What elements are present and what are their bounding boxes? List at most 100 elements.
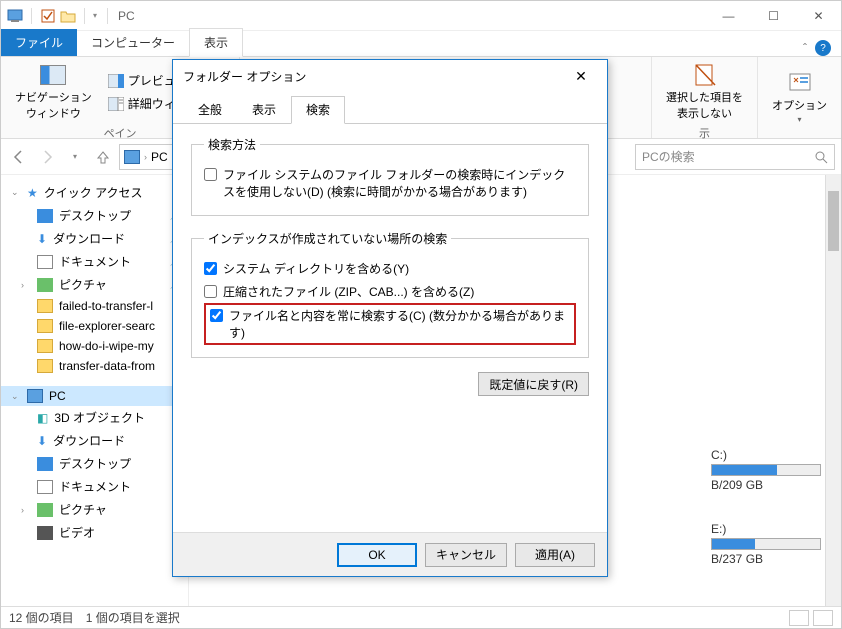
folder-icon bbox=[37, 299, 53, 313]
document-icon bbox=[37, 255, 53, 269]
history-dropdown-icon[interactable]: ▾ bbox=[63, 145, 87, 169]
sidebar-item-videos[interactable]: ビデオ bbox=[1, 521, 188, 544]
tab-computer[interactable]: コンピューター bbox=[77, 29, 189, 56]
non-indexed-group: インデックスが作成されていない場所の検索 システム ディレクトリを含める(Y) … bbox=[191, 230, 589, 358]
collapse-ribbon-icon[interactable]: ˆ bbox=[803, 41, 807, 55]
sidebar-item-documents[interactable]: ドキュメント📌 bbox=[1, 250, 188, 273]
reset-defaults-button[interactable]: 既定値に戻す(R) bbox=[478, 372, 589, 396]
breadcrumb-pc[interactable]: PC bbox=[151, 150, 168, 164]
checkbox-input[interactable] bbox=[210, 309, 223, 322]
dropdown-icon: ▾ bbox=[797, 115, 801, 124]
options-button[interactable]: オプション ▾ bbox=[766, 69, 833, 126]
sidebar-item-desktop[interactable]: デスクトップ📌 bbox=[1, 204, 188, 227]
checkbox-input[interactable] bbox=[204, 168, 217, 181]
tree-view[interactable]: ⌄ ★ クイック アクセス デスクトップ📌 ⬇ダウンロード📌 ドキュメント📌 ›… bbox=[1, 175, 189, 606]
drive-c[interactable]: C:) B/209 GB bbox=[711, 448, 821, 492]
sidebar-label: ピクチャ bbox=[59, 501, 107, 518]
sidebar-item-3d-objects[interactable]: ◧3D オブジェクト bbox=[1, 406, 188, 429]
hide-selected-button[interactable]: 選択した項目を 表示しない bbox=[660, 61, 749, 123]
tab-view[interactable]: 表示 bbox=[237, 96, 291, 123]
checkbox-input[interactable] bbox=[204, 285, 217, 298]
back-button[interactable] bbox=[7, 145, 31, 169]
desktop-icon bbox=[37, 457, 53, 471]
status-selected: 1 個の項目を選択 bbox=[86, 609, 180, 626]
sidebar-item-folder[interactable]: transfer-data-from bbox=[1, 356, 188, 376]
checkbox-system-dirs[interactable]: システム ディレクトリを含める(Y) bbox=[204, 257, 576, 280]
pictures-icon bbox=[37, 503, 53, 517]
sidebar-label: デスクトップ bbox=[59, 455, 131, 472]
pictures-icon bbox=[37, 278, 53, 292]
folder-icon bbox=[37, 359, 53, 373]
view-icons-button[interactable] bbox=[813, 610, 833, 626]
checkbox-always-search-contents[interactable]: ファイル名と内容を常に検索する(C) (数分かかる場合があります) bbox=[204, 303, 576, 345]
scrollbar[interactable] bbox=[825, 175, 841, 606]
search-method-group: 検索方法 ファイル システムのファイル フォルダーの検索時にインデックスを使用し… bbox=[191, 136, 589, 216]
document-icon bbox=[37, 480, 53, 494]
sidebar-item-folder[interactable]: file-explorer-searc bbox=[1, 316, 188, 336]
sidebar-item-documents[interactable]: ドキュメント bbox=[1, 475, 188, 498]
search-box[interactable]: PCの検索 bbox=[635, 144, 835, 170]
quick-access-toolbar: ▾ bbox=[1, 8, 103, 24]
sidebar-item-downloads[interactable]: ⬇ダウンロード bbox=[1, 429, 188, 452]
drive-e-size: B/237 GB bbox=[711, 552, 821, 566]
desktop-icon bbox=[37, 209, 53, 223]
up-button[interactable] bbox=[91, 145, 115, 169]
drive-c-label: C:) bbox=[711, 448, 821, 462]
sidebar-item-quick-access[interactable]: ⌄ ★ クイック アクセス bbox=[1, 181, 188, 204]
forward-button[interactable] bbox=[35, 145, 59, 169]
checkbox-icon[interactable] bbox=[40, 8, 56, 24]
non-indexed-legend: インデックスが作成されていない場所の検索 bbox=[204, 230, 451, 247]
search-icon bbox=[814, 150, 828, 164]
app-icon bbox=[7, 8, 23, 24]
checkbox-label: 圧縮されたファイル (ZIP、CAB...) を含める(Z) bbox=[223, 283, 474, 300]
scrollbar-thumb[interactable] bbox=[828, 191, 839, 251]
navigation-pane-button[interactable]: ナビゲーション ウィンドウ bbox=[9, 61, 98, 123]
ribbon-tabs: ファイル コンピューター 表示 ˆ ? bbox=[1, 31, 841, 57]
status-items: 12 個の項目 bbox=[9, 609, 74, 626]
tab-view[interactable]: 表示 bbox=[189, 28, 243, 57]
pc-icon bbox=[124, 150, 140, 164]
cancel-button[interactable]: キャンセル bbox=[425, 543, 507, 567]
qat-dropdown-icon[interactable]: ▾ bbox=[93, 11, 97, 20]
tab-general[interactable]: 全般 bbox=[183, 96, 237, 123]
status-bar: 12 個の項目 1 個の項目を選択 bbox=[1, 606, 841, 628]
dialog-body: 検索方法 ファイル システムのファイル フォルダーの検索時にインデックスを使用し… bbox=[173, 124, 607, 532]
view-details-button[interactable] bbox=[789, 610, 809, 626]
close-button[interactable]: ✕ bbox=[796, 1, 841, 31]
sidebar-item-folder[interactable]: how-do-i-wipe-my bbox=[1, 336, 188, 356]
sidebar-label: ドキュメント bbox=[59, 478, 131, 495]
sidebar-label: デスクトップ bbox=[59, 207, 131, 224]
tab-file[interactable]: ファイル bbox=[1, 29, 77, 56]
sidebar-label: ビデオ bbox=[59, 524, 95, 541]
sidebar-label: transfer-data-from bbox=[59, 359, 155, 373]
tab-search[interactable]: 検索 bbox=[291, 96, 345, 124]
folder-options-dialog: フォルダー オプション ✕ 全般 表示 検索 検索方法 ファイル システムのファ… bbox=[172, 59, 608, 577]
sidebar-item-desktop[interactable]: デスクトップ bbox=[1, 452, 188, 475]
checkbox-no-index[interactable]: ファイル システムのファイル フォルダーの検索時にインデックスを使用しない(D)… bbox=[204, 163, 576, 203]
sidebar-item-pc[interactable]: ⌄ PC bbox=[1, 386, 188, 406]
sidebar-item-pictures[interactable]: ›ピクチャ bbox=[1, 498, 188, 521]
checkbox-compressed[interactable]: 圧縮されたファイル (ZIP、CAB...) を含める(Z) bbox=[204, 280, 576, 303]
drive-e[interactable]: E:) B/237 GB bbox=[711, 522, 821, 566]
video-icon bbox=[37, 526, 53, 540]
minimize-button[interactable]: — bbox=[706, 1, 751, 31]
help-icon[interactable]: ? bbox=[815, 40, 831, 56]
sidebar-label: failed-to-transfer-l bbox=[59, 299, 153, 313]
folder-icon bbox=[37, 339, 53, 353]
checkbox-label: ファイル名と内容を常に検索する(C) (数分かかる場合があります) bbox=[229, 307, 570, 341]
apply-button[interactable]: 適用(A) bbox=[515, 543, 595, 567]
sidebar-item-downloads[interactable]: ⬇ダウンロード📌 bbox=[1, 227, 188, 250]
downloads-icon: ⬇ bbox=[37, 434, 47, 448]
sidebar-label: ドキュメント bbox=[59, 253, 131, 270]
maximize-button[interactable]: ☐ bbox=[751, 1, 796, 31]
drive-e-label: E:) bbox=[711, 522, 821, 536]
ok-button[interactable]: OK bbox=[337, 543, 417, 567]
dialog-titlebar: フォルダー オプション ✕ bbox=[173, 60, 607, 92]
checkbox-input[interactable] bbox=[204, 262, 217, 275]
checkbox-label: システム ディレクトリを含める(Y) bbox=[223, 260, 409, 277]
sidebar-item-folder[interactable]: failed-to-transfer-l bbox=[1, 296, 188, 316]
dialog-close-button[interactable]: ✕ bbox=[565, 63, 597, 89]
navigation-pane-label: ナビゲーション ウィンドウ bbox=[15, 89, 92, 121]
sidebar-item-pictures[interactable]: ›ピクチャ📌 bbox=[1, 273, 188, 296]
folder-icon[interactable] bbox=[60, 8, 76, 24]
